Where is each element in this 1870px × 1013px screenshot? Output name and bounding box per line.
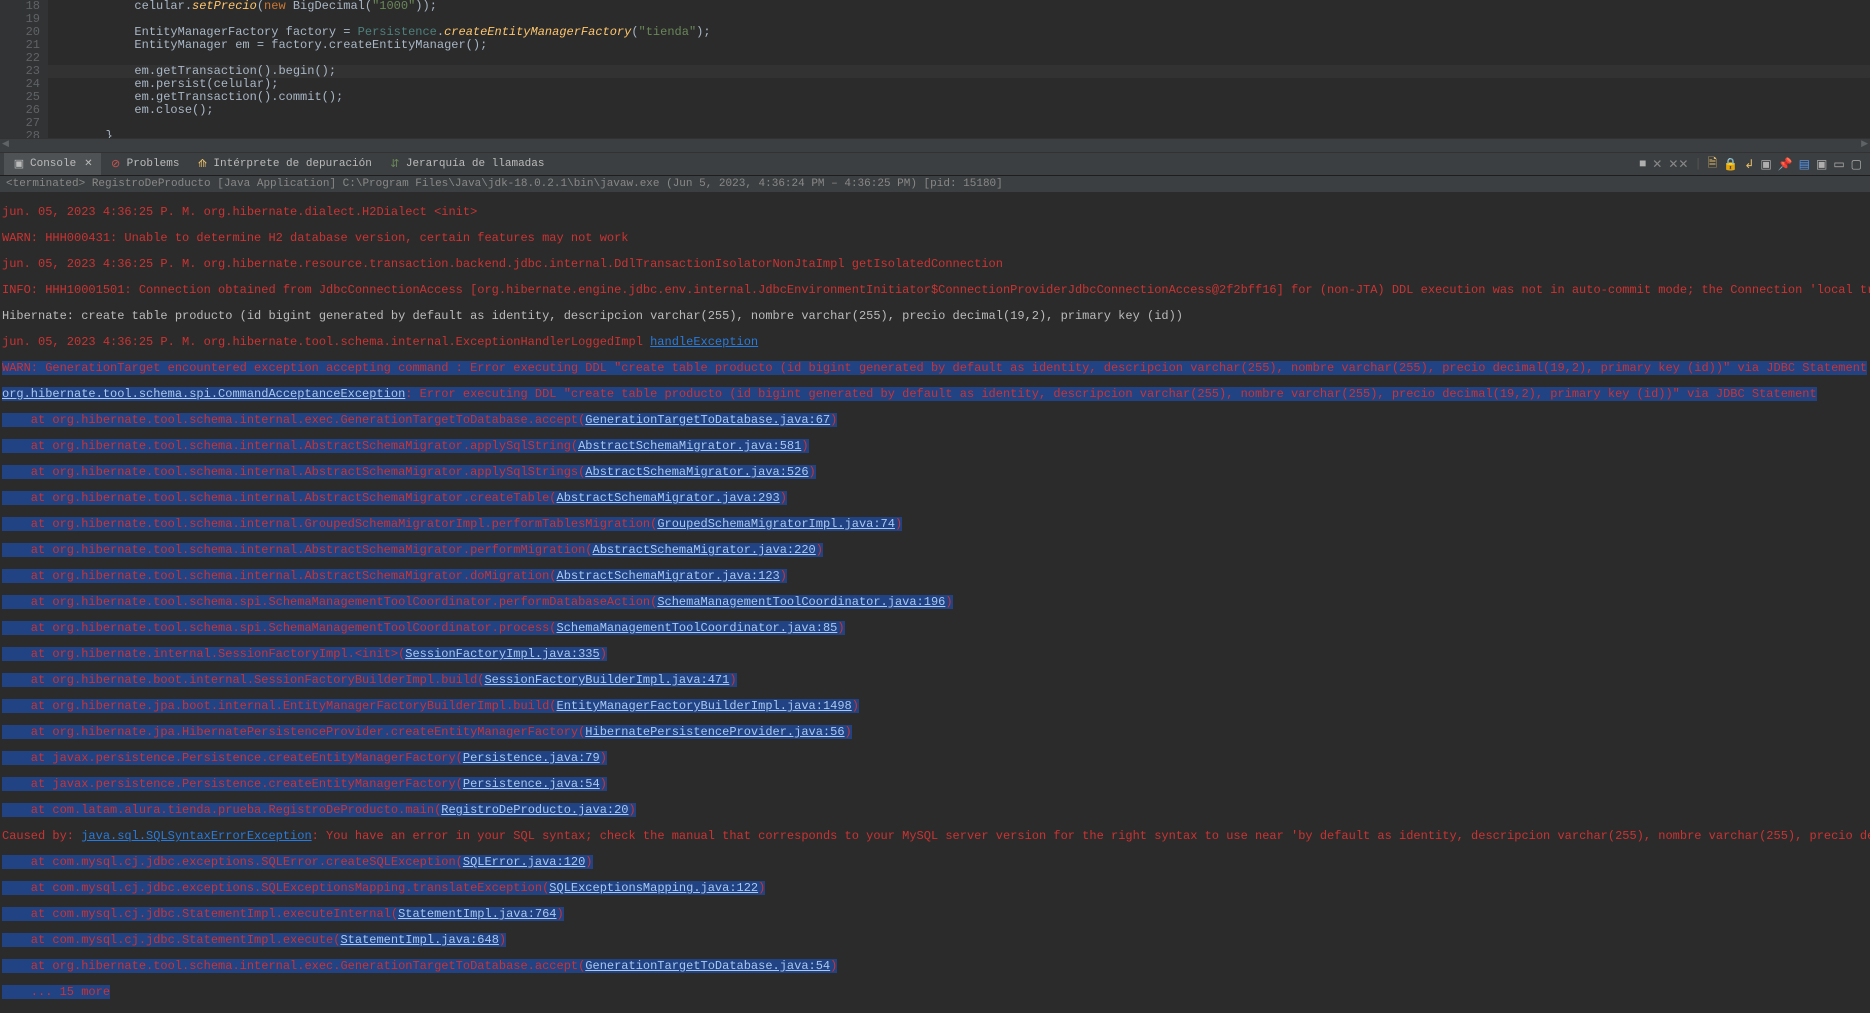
link[interactable]: AbstractSchemaMigrator.java:123 bbox=[557, 569, 780, 583]
link[interactable]: SchemaManagementToolCoordinator.java:85 bbox=[557, 621, 838, 635]
log-line: at org.hibernate.tool.schema.internal.Ab… bbox=[2, 570, 1870, 583]
link[interactable]: handleException bbox=[650, 335, 758, 349]
log-line: Hibernate: create table producto (id big… bbox=[2, 310, 1870, 323]
horizontal-scrollbar[interactable] bbox=[0, 138, 1870, 152]
tab-problems[interactable]: ⊘ Problems bbox=[101, 153, 188, 175]
log-line: at org.hibernate.tool.schema.internal.ex… bbox=[2, 414, 1870, 427]
code-content[interactable]: celular.setPrecio(new BigDecimal("1000")… bbox=[48, 0, 1870, 138]
link[interactable]: SQLExceptionsMapping.java:122 bbox=[549, 881, 758, 895]
link[interactable]: AbstractSchemaMigrator.java:581 bbox=[578, 439, 801, 453]
log-line: at org.hibernate.tool.schema.internal.Ab… bbox=[2, 440, 1870, 453]
display-selected-icon[interactable]: ▤ bbox=[1799, 157, 1810, 172]
tab-label: Console bbox=[30, 158, 76, 170]
code-editor[interactable]: 18 19 20 21 22 23 24 25 26 27 28 celular… bbox=[0, 0, 1870, 138]
link[interactable]: GroupedSchemaMigratorImpl.java:74 bbox=[657, 517, 895, 531]
gutter bbox=[0, 0, 16, 138]
code-line bbox=[48, 117, 1870, 130]
log-line: at org.hibernate.jpa.HibernatePersistenc… bbox=[2, 726, 1870, 739]
link[interactable]: HibernatePersistenceProvider.java:56 bbox=[585, 725, 844, 739]
link[interactable]: GenerationTargetToDatabase.java:67 bbox=[585, 413, 830, 427]
link[interactable]: RegistroDeProducto.java:20 bbox=[441, 803, 628, 817]
tab-label: Problems bbox=[127, 158, 180, 170]
tab-label: Intérprete de depuración bbox=[213, 158, 371, 170]
log-line: at com.mysql.cj.jdbc.StatementImpl.execu… bbox=[2, 934, 1870, 947]
link[interactable]: Persistence.java:79 bbox=[463, 751, 600, 765]
code-line-active: em.getTransaction().begin(); bbox=[48, 65, 1870, 78]
code-line: celular.setPrecio(new BigDecimal("1000")… bbox=[48, 0, 1870, 13]
log-line: at org.hibernate.boot.internal.SessionFa… bbox=[2, 674, 1870, 687]
word-wrap-icon[interactable]: ↲ bbox=[1744, 157, 1754, 172]
link[interactable]: SessionFactoryBuilderImpl.java:471 bbox=[484, 673, 729, 687]
code-line: } bbox=[48, 130, 1870, 138]
tab-console[interactable]: ▣ Console ✕ bbox=[4, 153, 101, 175]
log-line: at com.mysql.cj.jdbc.StatementImpl.execu… bbox=[2, 908, 1870, 921]
log-line: at org.hibernate.tool.schema.internal.Ab… bbox=[2, 544, 1870, 557]
problems-icon: ⊘ bbox=[109, 157, 123, 171]
log-line: at org.hibernate.tool.schema.internal.ex… bbox=[2, 960, 1870, 973]
line-numbers: 18 19 20 21 22 23 24 25 26 27 28 bbox=[16, 0, 48, 138]
log-line: jun. 05, 2023 4:36:25 P. M. org.hibernat… bbox=[2, 336, 1870, 349]
show-console-icon[interactable]: ▣ bbox=[1760, 157, 1771, 172]
link[interactable]: SchemaManagementToolCoordinator.java:196 bbox=[657, 595, 945, 609]
log-line: at com.mysql.cj.jdbc.exceptions.SQLExcep… bbox=[2, 882, 1870, 895]
log-line: at org.hibernate.jpa.boot.internal.Entit… bbox=[2, 700, 1870, 713]
link[interactable]: StatementImpl.java:648 bbox=[340, 933, 498, 947]
minimize-icon[interactable]: ▭ bbox=[1833, 157, 1844, 172]
terminate-icon[interactable]: ■ bbox=[1639, 157, 1646, 171]
console-icon: ▣ bbox=[12, 157, 26, 171]
log-line: org.hibernate.tool.schema.spi.CommandAcc… bbox=[2, 388, 1870, 401]
code-line: em.close(); bbox=[48, 104, 1870, 117]
tab-debug-shell[interactable]: ⟰ Intérprete de depuración bbox=[187, 153, 379, 175]
debug-icon: ⟰ bbox=[195, 157, 209, 171]
link[interactable]: GenerationTargetToDatabase.java:54 bbox=[585, 959, 830, 973]
log-line: WARN: GenerationTarget encountered excep… bbox=[2, 362, 1870, 375]
link[interactable]: java.sql.SQLSyntaxErrorException bbox=[81, 829, 311, 843]
line-num: 28 bbox=[16, 130, 40, 138]
link[interactable]: EntityManagerFactoryBuilderImpl.java:149… bbox=[557, 699, 852, 713]
link[interactable]: AbstractSchemaMigrator.java:293 bbox=[557, 491, 780, 505]
log-line: at org.hibernate.internal.SessionFactory… bbox=[2, 648, 1870, 661]
log-line: jun. 05, 2023 4:36:25 P. M. org.hibernat… bbox=[2, 258, 1870, 271]
log-line: ... 15 more bbox=[2, 986, 1870, 999]
log-line: at org.hibernate.tool.schema.internal.Gr… bbox=[2, 518, 1870, 531]
code-line: EntityManager em = factory.createEntityM… bbox=[48, 39, 1870, 52]
code-line: em.getTransaction().commit(); bbox=[48, 91, 1870, 104]
log-line: at javax.persistence.Persistence.createE… bbox=[2, 778, 1870, 791]
log-line: INFO: HHH10001501: Connection obtained f… bbox=[2, 284, 1870, 297]
link[interactable]: StatementImpl.java:764 bbox=[398, 907, 556, 921]
log-line: at com.mysql.cj.jdbc.exceptions.SQLError… bbox=[2, 856, 1870, 869]
clear-icon[interactable]: 🗎 bbox=[1708, 154, 1718, 175]
close-icon[interactable]: ✕ bbox=[84, 158, 92, 170]
log-line: at com.latam.alura.tienda.prueba.Registr… bbox=[2, 804, 1870, 817]
console-output[interactable]: jun. 05, 2023 4:36:25 P. M. org.hibernat… bbox=[0, 193, 1870, 1012]
hierarchy-icon: ⇵ bbox=[388, 157, 402, 171]
tab-label: Jerarquía de llamadas bbox=[406, 158, 545, 170]
log-line: Caused by: java.sql.SQLSyntaxErrorExcept… bbox=[2, 830, 1870, 843]
link[interactable]: SessionFactoryImpl.java:335 bbox=[405, 647, 599, 661]
tab-call-hierarchy[interactable]: ⇵ Jerarquía de llamadas bbox=[380, 153, 553, 175]
log-line: at org.hibernate.tool.schema.spi.SchemaM… bbox=[2, 596, 1870, 609]
log-line: jun. 05, 2023 4:36:25 P. M. org.hibernat… bbox=[2, 206, 1870, 219]
log-line: at javax.persistence.Persistence.createE… bbox=[2, 752, 1870, 765]
link[interactable]: AbstractSchemaMigrator.java:526 bbox=[585, 465, 808, 479]
remove-icon[interactable]: ✕ bbox=[1652, 157, 1662, 172]
link[interactable]: Persistence.java:54 bbox=[463, 777, 600, 791]
console-run-header: <terminated> RegistroDeProducto [Java Ap… bbox=[0, 176, 1870, 193]
pin-icon[interactable]: 📌 bbox=[1778, 157, 1793, 172]
log-line: at org.hibernate.tool.schema.internal.Ab… bbox=[2, 492, 1870, 505]
open-console-icon[interactable]: ▣ bbox=[1816, 157, 1827, 172]
link[interactable]: AbstractSchemaMigrator.java:220 bbox=[593, 543, 816, 557]
log-line: at org.hibernate.tool.schema.internal.Ab… bbox=[2, 466, 1870, 479]
link[interactable]: SQLError.java:120 bbox=[463, 855, 585, 869]
panel-tabs: ▣ Console ✕ ⊘ Problems ⟰ Intérprete de d… bbox=[0, 152, 1870, 176]
remove-all-icon[interactable]: ✕✕ bbox=[1668, 157, 1688, 172]
log-line: WARN: HHH000431: Unable to determine H2 … bbox=[2, 232, 1870, 245]
console-toolbar: ■ ✕ ✕✕ | 🗎 🔒 ↲ ▣ 📌 ▤ ▣ ▭ ▢ bbox=[1639, 154, 1870, 175]
maximize-icon[interactable]: ▢ bbox=[1851, 157, 1862, 172]
log-line: at org.hibernate.tool.schema.spi.SchemaM… bbox=[2, 622, 1870, 635]
scroll-lock-icon[interactable]: 🔒 bbox=[1723, 157, 1738, 172]
link[interactable]: org.hibernate.tool.schema.spi.CommandAcc… bbox=[2, 387, 405, 401]
